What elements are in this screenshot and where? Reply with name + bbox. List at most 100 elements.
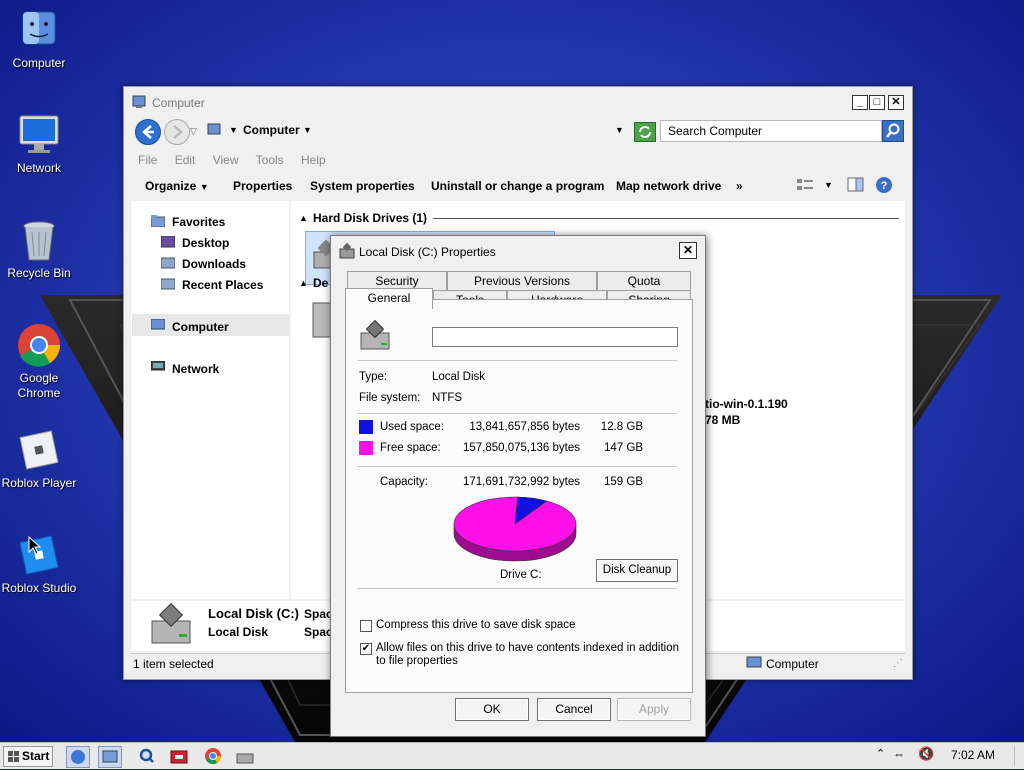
taskbar-explorer[interactable] <box>98 746 122 768</box>
explorer-titlebar[interactable]: Computer _ □ ✕ <box>124 87 912 117</box>
svg-text:?: ? <box>881 180 888 192</box>
nav-downloads[interactable]: Downloads <box>182 257 246 271</box>
network-tray-icon[interactable]: ⇔ <box>893 747 905 761</box>
resize-grip-icon[interactable]: ⋰ <box>893 658 903 669</box>
details-name: Local Disk (C:) <box>208 606 300 621</box>
nav-favorites[interactable]: Favorites <box>172 215 225 229</box>
view-options-icon[interactable] <box>796 177 814 193</box>
desktop-icon-label: Recycle Bin <box>7 266 71 280</box>
maximize-button[interactable]: □ <box>869 95 885 110</box>
properties-button[interactable]: Properties <box>233 179 292 193</box>
menu-file[interactable]: File <box>138 153 157 167</box>
desktop-icon-roblox-player[interactable]: Roblox Player <box>1 428 77 491</box>
search-placeholder: Search Computer <box>668 124 763 138</box>
hard-drive-icon <box>151 603 191 644</box>
compress-label[interactable]: Compress this drive to save disk space <box>376 619 575 631</box>
roblox-player-icon <box>17 428 61 472</box>
minimize-button[interactable]: _ <box>852 95 868 110</box>
search-button[interactable] <box>882 120 904 142</box>
menu-view[interactable]: View <box>213 153 239 167</box>
apply-button[interactable]: Apply <box>617 698 691 721</box>
refresh-icon <box>639 126 651 138</box>
desktop-icon-computer[interactable]: Computer <box>1 8 77 71</box>
breadcrumb-chevron-down-icon[interactable]: ▼ <box>303 125 312 135</box>
uninstall-program-button[interactable]: Uninstall or change a program <box>431 179 604 193</box>
volume-muted-icon[interactable]: 🔇 <box>918 746 934 762</box>
taskbar-show-desktop[interactable] <box>66 746 90 768</box>
chrome-icon <box>205 748 222 765</box>
index-checkbox[interactable]: ✔ <box>360 643 372 655</box>
recent-pages-dropdown[interactable]: ▽ <box>190 126 197 137</box>
desktop-icon-recycle-bin[interactable]: Recycle Bin <box>1 218 77 281</box>
nav-computer[interactable]: Computer <box>172 320 229 334</box>
tab-general[interactable]: General <box>345 288 433 309</box>
chrome-icon <box>17 323 61 367</box>
arrow-right-icon <box>173 125 183 139</box>
menu-edit[interactable]: Edit <box>175 153 196 167</box>
globe-icon <box>71 750 85 764</box>
help-icon[interactable]: ? <box>875 176 893 194</box>
recent-places-folder-icon <box>161 278 175 290</box>
properties-dialog[interactable]: Local Disk (C:) Properties ✕ Security Pr… <box>330 235 706 737</box>
tab-quota[interactable]: Quota <box>597 271 691 290</box>
details-type: Local Disk <box>208 625 269 639</box>
capacity-gb: 159 GB <box>604 476 643 488</box>
downloads-folder-icon <box>161 257 175 269</box>
compress-checkbox[interactable] <box>360 620 372 632</box>
index-label[interactable]: Allow files on this drive to have conten… <box>376 642 682 668</box>
disk-cleanup-button[interactable]: Disk Cleanup <box>596 559 678 582</box>
clock[interactable]: 7:02 AM <box>951 748 995 762</box>
taskbar-search[interactable] <box>136 746 158 766</box>
nav-network[interactable]: Network <box>172 362 219 376</box>
computer-icon <box>151 319 165 330</box>
organize-button[interactable]: Organize ▼ <box>145 179 209 193</box>
search-input[interactable]: Search Computer <box>660 120 882 142</box>
desktop-icon-network[interactable]: Network <box>1 113 77 176</box>
collapse-group-icon[interactable]: ▲ <box>299 278 308 288</box>
hard-drive-icon <box>236 753 254 764</box>
taskbar-chrome[interactable] <box>202 746 224 766</box>
system-properties-button[interactable]: System properties <box>310 179 415 193</box>
hard-drive-icon <box>339 243 355 259</box>
collapse-group-icon[interactable]: ▲ <box>299 213 308 223</box>
dialog-close-button[interactable]: ✕ <box>679 242 697 259</box>
desktop-icon-label: Roblox Studio <box>1 581 77 595</box>
view-dropdown-icon[interactable]: ▼ <box>824 180 833 190</box>
address-dropdown-icon[interactable]: ▼ <box>615 125 624 135</box>
menu-help[interactable]: Help <box>301 153 326 167</box>
taskbar-drive[interactable] <box>234 746 256 766</box>
separator <box>357 588 677 589</box>
group-hard-disk-drives[interactable]: Hard Disk Drives (1) <box>313 211 427 225</box>
mouse-cursor-icon <box>28 536 42 555</box>
show-hidden-icons-chevron-icon[interactable]: ⌃ <box>876 747 885 760</box>
start-button[interactable]: Start <box>3 746 53 767</box>
computer-icon <box>207 123 221 135</box>
breadcrumb-arrow-icon[interactable]: ▼ <box>229 125 238 135</box>
breadcrumb-computer[interactable]: Computer <box>243 123 300 137</box>
map-network-drive-button[interactable]: Map network drive <box>616 179 721 193</box>
nav-recent-places[interactable]: Recent Places <box>182 278 263 292</box>
cancel-button[interactable]: Cancel <box>537 698 611 721</box>
cd-drive-name[interactable]: tio-win-0.1.190 <box>705 397 788 411</box>
organize-label: Organize <box>145 179 197 193</box>
group-removable-storage[interactable]: De <box>313 276 328 290</box>
desktop-icon-label: Network <box>16 161 61 175</box>
menu-tools[interactable]: Tools <box>256 153 284 167</box>
general-tab-panel: Type: Local Disk File system: NTFS Used … <box>345 299 693 693</box>
nav-desktop[interactable]: Desktop <box>182 236 229 250</box>
magnifier-icon <box>139 748 154 763</box>
refresh-button[interactable] <box>634 122 656 142</box>
forward-button[interactable] <box>164 119 190 145</box>
tab-previous-versions[interactable]: Previous Versions <box>447 271 597 290</box>
show-desktop-button[interactable] <box>1014 746 1023 766</box>
ok-button[interactable]: OK <box>455 698 529 721</box>
volume-label-input[interactable] <box>432 327 678 347</box>
preview-pane-icon[interactable] <box>847 177 865 193</box>
more-commands-button[interactable]: » <box>736 179 743 193</box>
taskbar-app[interactable] <box>168 746 190 766</box>
back-button[interactable] <box>135 119 161 145</box>
desktop-icon-google-chrome[interactable]: Google Chrome <box>1 323 77 401</box>
navigation-pane: Favorites Desktop Downloads Recent Place… <box>131 201 289 599</box>
close-button[interactable]: ✕ <box>888 95 904 110</box>
separator <box>357 466 677 467</box>
